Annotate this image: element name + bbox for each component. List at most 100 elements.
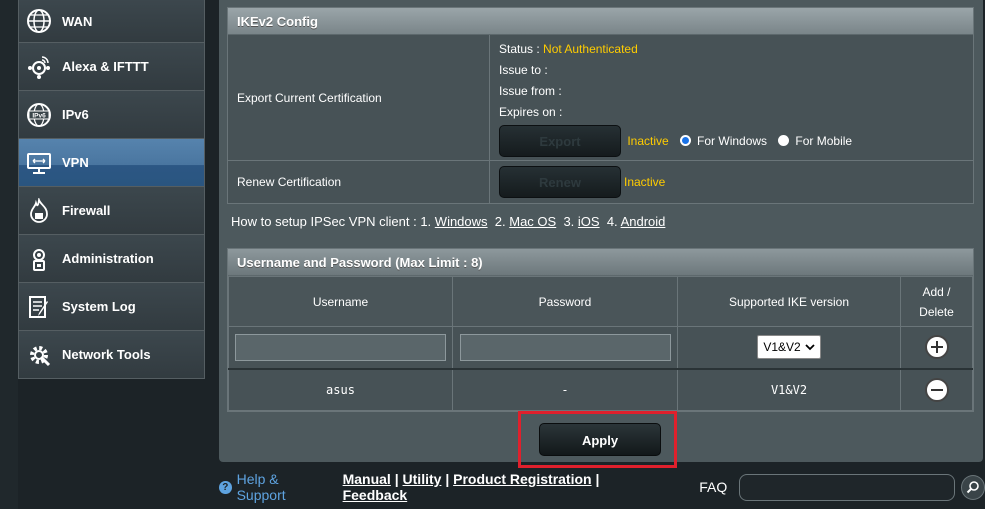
username-input-cell [228,326,453,369]
firewall-icon [26,197,52,224]
for-windows-label: For Windows [697,134,768,148]
issue-to-label: Issue to : [499,63,548,77]
sidebar-item-firewall[interactable]: Firewall [18,187,205,235]
users-table: Username Password Supported IKE version … [228,276,973,411]
sidebar-item-label: Firewall [62,203,111,218]
row-username: asus [228,368,453,411]
expires-on-label: Expires on : [499,105,563,119]
renew-controls: Renew Inactive [490,161,973,203]
table-header-row: Username Password Supported IKE version … [228,276,973,327]
link-windows[interactable]: Windows [435,214,488,229]
separator: | [445,471,450,487]
sidebar-item-ipv6[interactable]: IPv6 IPv6 [18,91,205,139]
col-ike-version: Supported IKE version [677,276,901,327]
link-utility[interactable]: Utility [403,471,442,487]
delete-user-button[interactable] [924,377,949,402]
sidebar-item-label: System Log [62,299,136,314]
help-support-link[interactable]: ? Help & Support [219,471,329,503]
link-mac-os[interactable]: Mac OS [509,214,556,229]
sidebar-item-label: IPv6 [62,107,89,122]
link-ios[interactable]: iOS [578,214,600,229]
radio-unselected-icon [778,135,790,146]
left-strip [0,0,18,509]
users-section: Username and Password (Max Limit : 8) Us… [227,248,974,412]
sidebar-item-wan[interactable]: WAN [18,0,205,43]
username-input[interactable] [235,333,446,361]
howto-line: How to setup IPSec VPN client : 1. Windo… [231,214,665,229]
sidebar-item-label: VPN [62,155,89,170]
table-row: asus - V1&V2 [228,368,973,411]
ike-version-select[interactable]: V1&V2 [757,335,821,360]
link-feedback[interactable]: Feedback [343,487,408,503]
sidebar: WAN Alexa & IFTTT IPv6 IPv6 VPN Firewall… [18,0,205,384]
faq-search-input[interactable] [739,473,955,501]
link-product-registration[interactable]: Product Registration [453,471,591,487]
separator: | [595,471,600,487]
sidebar-item-alexa-ifttt[interactable]: Alexa & IFTTT [18,43,205,91]
radio-for-windows[interactable]: For Windows [680,134,770,148]
search-icon [966,481,979,494]
ikev2-config-title: IKEv2 Config [228,8,973,35]
renew-button[interactable]: Renew [499,166,621,198]
row-password: - [452,368,678,411]
export-button[interactable]: Export [499,125,621,157]
export-controls: Export Inactive For Windows For Mobile [499,125,973,157]
col-add-label: Add / [922,284,951,299]
faq-search-button[interactable] [960,474,985,500]
for-mobile-label: For Mobile [795,134,853,148]
status-line: Status : Not Authenticated [499,39,973,60]
sidebar-item-system-log[interactable]: System Log [18,283,205,331]
export-label: Export Current Certification [228,35,490,160]
ikev2-config-section: IKEv2 Config Export Current Certificatio… [227,7,974,204]
alexa-icon [26,54,52,80]
issue-from-label: Issue from : [499,84,562,98]
password-input-cell [452,326,678,369]
row-ike-version: V1&V2 [677,368,901,411]
delete-cell [900,368,973,411]
sidebar-item-network-tools[interactable]: Network Tools [18,331,205,379]
sidebar-item-label: Administration [62,251,154,266]
sidebar-item-label: Network Tools [62,347,151,362]
vpn-icon [26,150,52,176]
sidebar-item-label: WAN [62,13,93,29]
help-icon: ? [219,480,232,494]
link-manual[interactable]: Manual [343,471,391,487]
howto-num-4: 4. [606,214,618,229]
apply-button[interactable]: Apply [539,423,661,456]
renew-state: Inactive [624,175,666,189]
users-title: Username and Password (Max Limit : 8) [228,249,973,276]
col-password: Password [452,276,678,327]
sidebar-item-administration[interactable]: Administration [18,235,205,283]
renew-label: Renew Certification [228,161,490,203]
footer-links: Manual | Utility | Product Registration … [343,471,659,503]
export-row: Export Current Certification Status : No… [228,35,973,161]
help-support-label: Help & Support [236,471,286,503]
col-username: Username [228,276,453,327]
network-tools-icon [26,342,52,368]
link-android[interactable]: Android [621,214,666,229]
col-delete-label: Delete [919,304,954,319]
svg-text:IPv6: IPv6 [32,112,46,119]
ipv6-icon: IPv6 [26,102,52,128]
ike-select-cell: V1&V2 [677,326,901,369]
ike-version-selected: V1&V2 [763,340,801,355]
howto-text: How to setup IPSec VPN client : [231,214,417,229]
sidebar-item-vpn[interactable]: VPN [18,139,205,187]
table-input-row: V1&V2 [228,326,973,369]
status-value: Not Authenticated [543,42,638,56]
add-user-button[interactable] [924,335,949,360]
howto-num-1: 1. [420,214,432,229]
sidebar-item-label: Alexa & IFTTT [62,59,149,74]
administration-icon [26,246,52,272]
footer: ? Help & Support Manual | Utility | Prod… [219,471,985,503]
faq-label: FAQ [699,479,728,495]
col-add-delete: Add / Delete [900,276,973,327]
password-input[interactable] [459,333,671,361]
chevron-down-icon [805,344,815,351]
export-details: Status : Not Authenticated Issue to : Is… [490,35,973,160]
radio-selected-icon [680,135,692,146]
radio-for-mobile[interactable]: For Mobile [778,134,852,148]
export-state: Inactive [627,134,669,148]
system-log-icon [26,294,52,320]
globe-icon [26,8,52,34]
